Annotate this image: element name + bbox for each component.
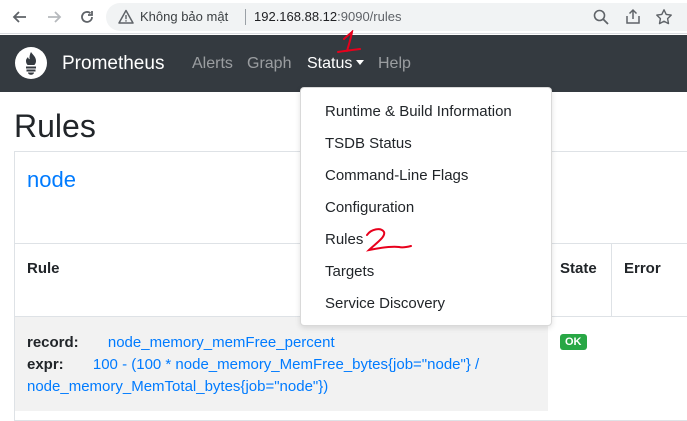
nav-help[interactable]: Help — [378, 55, 411, 73]
forward-arrow-icon[interactable] — [42, 5, 66, 29]
record-label: record: — [27, 334, 79, 351]
status-dropdown-menu: Runtime & Build Information TSDB Status … — [300, 87, 552, 326]
brand-title[interactable]: Prometheus — [62, 53, 164, 75]
page-title: Rules — [14, 108, 96, 144]
nav-status-label: Status — [307, 55, 353, 72]
back-arrow-icon[interactable] — [8, 5, 32, 29]
annotation-number-2 — [365, 228, 412, 252]
zoom-icon[interactable] — [592, 8, 610, 26]
url-path: :9090/rules — [337, 9, 402, 24]
url-host: 192.168.88.12 — [254, 9, 338, 24]
nav-graph[interactable]: Graph — [247, 55, 291, 73]
browser-toolbar: Không bảo mật 192.168.88.12:9090/rules — [0, 0, 687, 34]
status-badge: OK — [560, 334, 587, 350]
record-link[interactable]: node_memory_memFree_percent — [108, 334, 335, 351]
error-cell — [612, 317, 687, 411]
menu-item-service-discovery[interactable]: Service Discovery — [325, 295, 445, 312]
column-header-error: Error — [624, 260, 661, 277]
address-bar[interactable]: Không bảo mật 192.168.88.12:9090/rules — [106, 3, 687, 31]
menu-item-targets[interactable]: Targets — [325, 263, 374, 280]
menu-item-configuration[interactable]: Configuration — [325, 199, 414, 216]
expr-line-2: node_memory_MemTotal_bytes{job="node"}) — [27, 376, 547, 398]
nav-alerts[interactable]: Alerts — [192, 55, 233, 73]
expr-line: expr: 100 - (100 * node_memory_MemFree_b… — [27, 354, 547, 376]
rule-definition: record: node_memory_memFree_percent expr… — [27, 332, 547, 398]
annotation-number-1 — [337, 30, 361, 53]
warning-icon[interactable] — [118, 9, 134, 25]
menu-item-rules[interactable]: Rules — [325, 231, 363, 248]
rule-group-name[interactable]: node — [27, 167, 76, 193]
menu-item-tsdb-status[interactable]: TSDB Status — [325, 135, 412, 152]
caret-down-icon — [356, 60, 365, 65]
address-separator — [245, 9, 246, 25]
prometheus-logo-icon[interactable] — [15, 47, 47, 79]
reload-icon[interactable] — [75, 5, 99, 29]
menu-item-command-line-flags[interactable]: Command-Line Flags — [325, 167, 468, 184]
bookmark-star-icon[interactable] — [655, 8, 673, 26]
menu-item-runtime-build-info[interactable]: Runtime & Build Information — [325, 103, 512, 120]
security-label[interactable]: Không bảo mật — [140, 9, 228, 24]
record-line: record: node_memory_memFree_percent — [27, 332, 547, 354]
nav-status-dropdown[interactable]: Status — [307, 55, 365, 73]
column-header-rule: Rule — [27, 260, 60, 277]
share-icon[interactable] — [624, 8, 642, 26]
expr-label: expr: — [27, 356, 64, 373]
expr-link[interactable]: 100 - (100 * node_memory_MemFree_bytes{j… — [93, 356, 479, 373]
column-header-state: State — [560, 260, 597, 277]
state-cell — [548, 317, 612, 411]
url-text[interactable]: 192.168.88.12:9090/rules — [254, 9, 401, 24]
expr-link-cont[interactable]: node_memory_MemTotal_bytes{job="node"}) — [27, 378, 328, 395]
